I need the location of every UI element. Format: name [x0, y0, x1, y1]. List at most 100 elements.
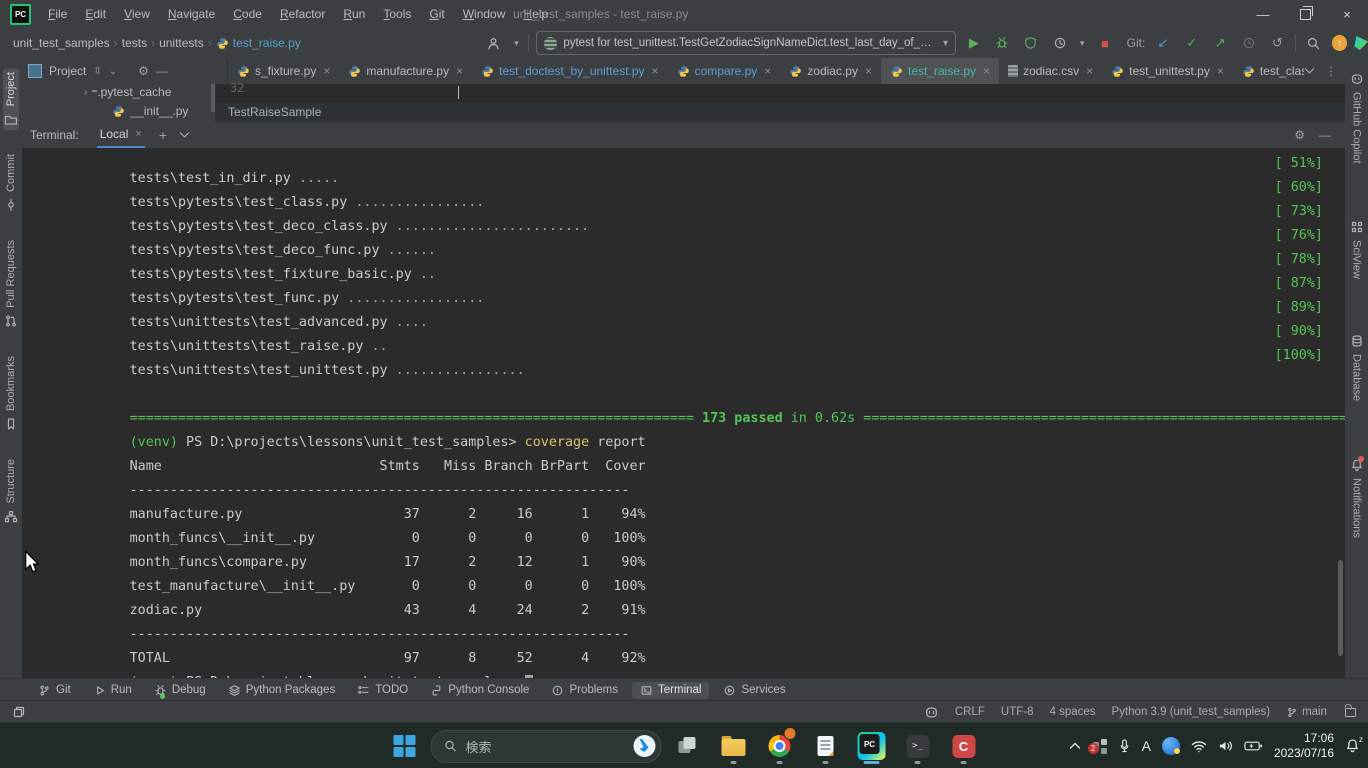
tab-close-icon[interactable]: × — [865, 64, 872, 78]
notepad-button[interactable] — [806, 726, 846, 766]
menu-item[interactable]: Window — [454, 4, 515, 24]
hide-panel-icon[interactable]: — — [156, 64, 168, 78]
terminal-options-chevron-icon[interactable] — [179, 131, 190, 139]
wifi-icon[interactable] — [1191, 740, 1207, 753]
tool-window-button[interactable]: Services — [715, 682, 793, 699]
breadcrumb-item[interactable]: unittests — [159, 36, 204, 50]
indent-widget[interactable]: 4 spaces — [1050, 706, 1096, 718]
git-branch-widget[interactable]: main — [1286, 706, 1327, 719]
tool-window-button[interactable]: Debug — [146, 682, 214, 699]
tool-window-button[interactable]: TODO — [349, 682, 416, 699]
menu-item[interactable]: Run — [334, 4, 374, 24]
copilot-status-icon[interactable] — [924, 705, 939, 720]
editor-tab[interactable]: test_class.py × — [1233, 58, 1304, 84]
toolbox-plugin-icon[interactable] — [1354, 36, 1368, 50]
menu-item[interactable]: File — [39, 4, 76, 24]
new-terminal-button[interactable]: + — [159, 127, 167, 143]
ime-mode-indicator[interactable]: A — [1142, 738, 1151, 754]
menu-item[interactable]: Code — [224, 4, 271, 24]
tab-close-icon[interactable]: × — [1086, 64, 1093, 78]
tab-close-icon[interactable]: × — [456, 64, 463, 78]
search-everywhere-button[interactable] — [1303, 32, 1325, 54]
unlocked-icon[interactable] — [1345, 708, 1356, 717]
tab-close-icon[interactable]: × — [1217, 64, 1224, 78]
menu-item[interactable]: Edit — [76, 4, 115, 24]
stop-button[interactable]: ■ — [1094, 32, 1116, 54]
run-configuration-select[interactable]: pytest for test_unittest.TestGetZodiacSi… — [536, 31, 956, 55]
tool-stripe-tab[interactable]: Pull Requests — [3, 236, 19, 332]
encoding-widget[interactable]: UTF-8 — [1001, 706, 1034, 718]
git-rollback-button[interactable]: ↺ — [1267, 32, 1289, 54]
tab-close-icon[interactable]: × — [323, 64, 330, 78]
update-available-icon[interactable]: ↑ — [1332, 35, 1348, 51]
profiler-caret-icon[interactable]: ▾ — [1077, 32, 1087, 54]
editor-tab[interactable]: zodiac.py × — [780, 58, 881, 84]
project-tree-scrollbar[interactable] — [211, 84, 215, 112]
close-button[interactable]: × — [1326, 0, 1368, 28]
tool-stripe-tab[interactable]: Project — [3, 68, 19, 130]
menu-item[interactable]: View — [115, 4, 159, 24]
tool-stripe-tab[interactable]: Structure — [3, 455, 19, 528]
file-explorer-button[interactable] — [714, 726, 754, 766]
terminal-output[interactable]: tests\test_in_dir.py ..... [ 51%] tests\… — [22, 148, 1345, 678]
tool-stripe-tab[interactable]: GitHub Copilot — [1349, 68, 1365, 168]
tool-stripe-tab[interactable]: Notifications — [1349, 454, 1365, 542]
breadcrumb-item[interactable]: test_raise.py — [216, 36, 301, 50]
terminal-scrollbar[interactable] — [1338, 560, 1343, 656]
project-tree-row[interactable]: › __init__.py — [104, 104, 188, 118]
tray-app-badge-icon[interactable]: 2 — [1092, 739, 1107, 754]
editor-breadcrumb-item[interactable]: TestRaiseSample — [228, 105, 321, 119]
start-button[interactable] — [385, 726, 425, 766]
terminal-settings-gear-icon[interactable]: ⚙ — [1294, 128, 1305, 142]
tool-stripe-tab[interactable]: Bookmarks — [3, 352, 19, 435]
run-button[interactable]: ▶ — [963, 32, 985, 54]
terminal-tab-local[interactable]: Local × — [97, 122, 145, 148]
editor-tab[interactable]: test_doctest_by_unittest.py × — [472, 58, 667, 84]
editor-tab[interactable]: manufacture.py × — [339, 58, 472, 84]
tree-chevron-icon[interactable]: › — [84, 87, 87, 98]
user-profile-icon[interactable] — [483, 32, 505, 54]
tray-chevron-up-icon[interactable] — [1069, 742, 1081, 750]
git-update-button[interactable]: ↙ — [1152, 32, 1174, 54]
task-view-button[interactable] — [668, 726, 708, 766]
microphone-icon[interactable] — [1118, 738, 1131, 754]
menu-item[interactable]: Git — [420, 4, 453, 24]
git-commit-button[interactable]: ✓ — [1181, 32, 1203, 54]
tab-close-icon[interactable]: × — [983, 64, 990, 78]
line-ending-widget[interactable]: CRLF — [955, 706, 985, 718]
tool-stripe-tab[interactable]: SciView — [1349, 216, 1365, 283]
debug-button[interactable] — [992, 32, 1014, 54]
tab-close-icon[interactable]: × — [135, 128, 141, 140]
collapse-all-icon[interactable]: ⌄ — [109, 66, 117, 77]
menu-item[interactable]: Navigate — [159, 4, 224, 24]
git-push-button[interactable]: ↗ — [1209, 32, 1231, 54]
editor-tab[interactable]: s_fixture.py × — [228, 58, 339, 84]
profiler-button[interactable] — [1049, 32, 1071, 54]
editor-tab[interactable]: compare.py × — [668, 58, 781, 84]
tab-close-icon[interactable]: × — [652, 64, 659, 78]
minimize-button[interactable]: — — [1242, 0, 1284, 28]
menu-item[interactable]: Tools — [374, 4, 420, 24]
tab-options-kebab-icon[interactable]: ⋮ — [1325, 64, 1337, 78]
tool-window-button[interactable]: Python Packages — [220, 682, 344, 699]
chrome-button[interactable] — [760, 726, 800, 766]
tool-window-button[interactable]: Git — [30, 682, 79, 699]
camtasia-button[interactable]: C — [944, 726, 984, 766]
tool-window-button[interactable]: Problems — [543, 682, 626, 699]
notification-bell-icon[interactable]: z — [1345, 738, 1360, 754]
tool-stripe-tab[interactable]: Commit — [3, 150, 19, 216]
tab-list-chevron-icon[interactable] — [1304, 67, 1315, 75]
run-with-coverage-button[interactable] — [1020, 32, 1042, 54]
battery-icon[interactable] — [1244, 740, 1263, 752]
tool-stripe-tab[interactable]: Database — [1349, 330, 1365, 405]
volume-icon[interactable] — [1218, 739, 1233, 753]
pycharm-taskbar-button[interactable]: PC — [852, 726, 892, 766]
tool-window-button[interactable]: Python Console — [422, 682, 537, 699]
tool-window-button[interactable]: Run — [85, 682, 140, 699]
tray-account-icon[interactable] — [1162, 737, 1180, 755]
interpreter-widget[interactable]: Python 3.9 (unit_test_samples) — [1112, 706, 1271, 718]
taskbar-search-box[interactable]: 検索 — [431, 730, 662, 763]
breadcrumb-item[interactable]: unit_test_samples — [13, 36, 110, 50]
tab-close-icon[interactable]: × — [764, 64, 771, 78]
layout-widget-icon[interactable] — [12, 705, 26, 719]
